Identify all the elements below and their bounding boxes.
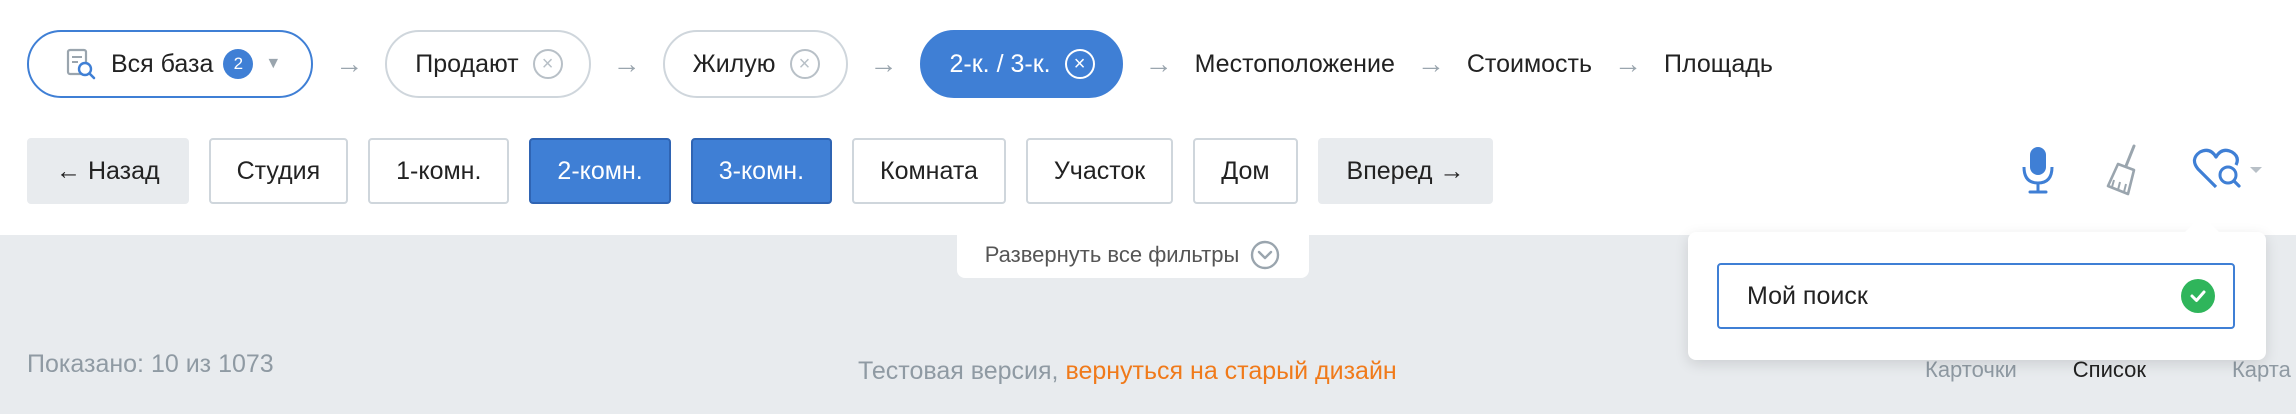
view-cards[interactable]: Карточки [1925, 357, 2017, 383]
microphone-icon[interactable] [2020, 145, 2056, 195]
expand-filters-label: Развернуть все фильтры [984, 242, 1240, 267]
saved-search-input[interactable] [1745, 280, 2181, 312]
confirm-check-icon[interactable] [2181, 279, 2215, 313]
studio-option[interactable]: Студия [208, 138, 349, 204]
room-option[interactable]: Комната [852, 138, 1006, 204]
arrow-right-icon: → [869, 48, 898, 79]
all-base-pill[interactable]: Вся база 2 ▼ [27, 30, 314, 98]
arrow-right-icon: → [612, 48, 641, 79]
arrow-right-icon: → [335, 48, 364, 79]
toolbar-right [2020, 140, 2264, 200]
rooms-pill[interactable]: 2-к. / 3-к. × [919, 30, 1123, 98]
view-list[interactable]: Список [2073, 357, 2146, 383]
count-badge: 2 [223, 49, 254, 79]
chevron-down-icon[interactable]: ▼ [265, 55, 281, 73]
one-room-option[interactable]: 1-комн. [368, 138, 510, 204]
saved-search-popup [1688, 215, 2266, 360]
arrow-right-icon: → [1144, 48, 1173, 79]
residential-label: Жилую [692, 49, 776, 78]
selling-label: Продают [415, 49, 519, 78]
results-count: Показано: 10 из 1073 [27, 350, 274, 378]
view-map[interactable]: Карта [2232, 357, 2291, 383]
broom-clear-icon[interactable] [2104, 144, 2144, 196]
chevron-down-circle-icon [1249, 239, 1281, 271]
rooms-label: 2-к. / 3-к. [949, 49, 1051, 78]
residential-pill[interactable]: Жилую × [662, 30, 848, 98]
remove-rooms-icon[interactable]: × [1064, 49, 1095, 79]
all-base-label: Вся база [111, 49, 214, 78]
remove-selling-icon[interactable]: × [532, 49, 563, 79]
test-version-notice: Тестовая версия, вернуться на старый диз… [858, 357, 1397, 386]
remove-residential-icon[interactable]: × [789, 49, 820, 79]
back-button[interactable]: ← Назад [27, 138, 189, 204]
test-version-text: Тестовая версия, [858, 357, 1066, 385]
forward-button[interactable]: Вперед → [1317, 138, 1494, 204]
house-option[interactable]: Дом [1193, 138, 1298, 204]
area-step[interactable]: Площадь [1664, 50, 1773, 79]
arrow-right-icon: → [1614, 48, 1643, 79]
old-design-link[interactable]: вернуться на старый дизайн [1065, 357, 1396, 385]
saved-search-heart-icon[interactable] [2192, 147, 2264, 193]
expand-filters-tab[interactable]: Развернуть все фильтры [957, 232, 1309, 278]
database-search-icon [65, 47, 97, 81]
price-step[interactable]: Стоимость [1467, 50, 1592, 79]
saved-search-field-wrap [1717, 263, 2235, 329]
selling-pill[interactable]: Продают × [385, 30, 591, 98]
view-switcher: Карточки Список Карта [1925, 357, 2291, 383]
plot-option[interactable]: Участок [1025, 138, 1174, 204]
three-room-option[interactable]: 3-комн. [690, 138, 833, 204]
room-filter-bar: ← Назад Студия 1-комн. 2-комн. 3-комн. К… [27, 138, 1513, 204]
location-step[interactable]: Местоположение [1195, 50, 1395, 79]
two-room-option[interactable]: 2-комн. [529, 138, 671, 204]
arrow-right-icon: → [1416, 48, 1445, 79]
filter-chain: Вся база 2 ▼ → Продают × → Жилую × → 2-к… [27, 30, 1773, 98]
